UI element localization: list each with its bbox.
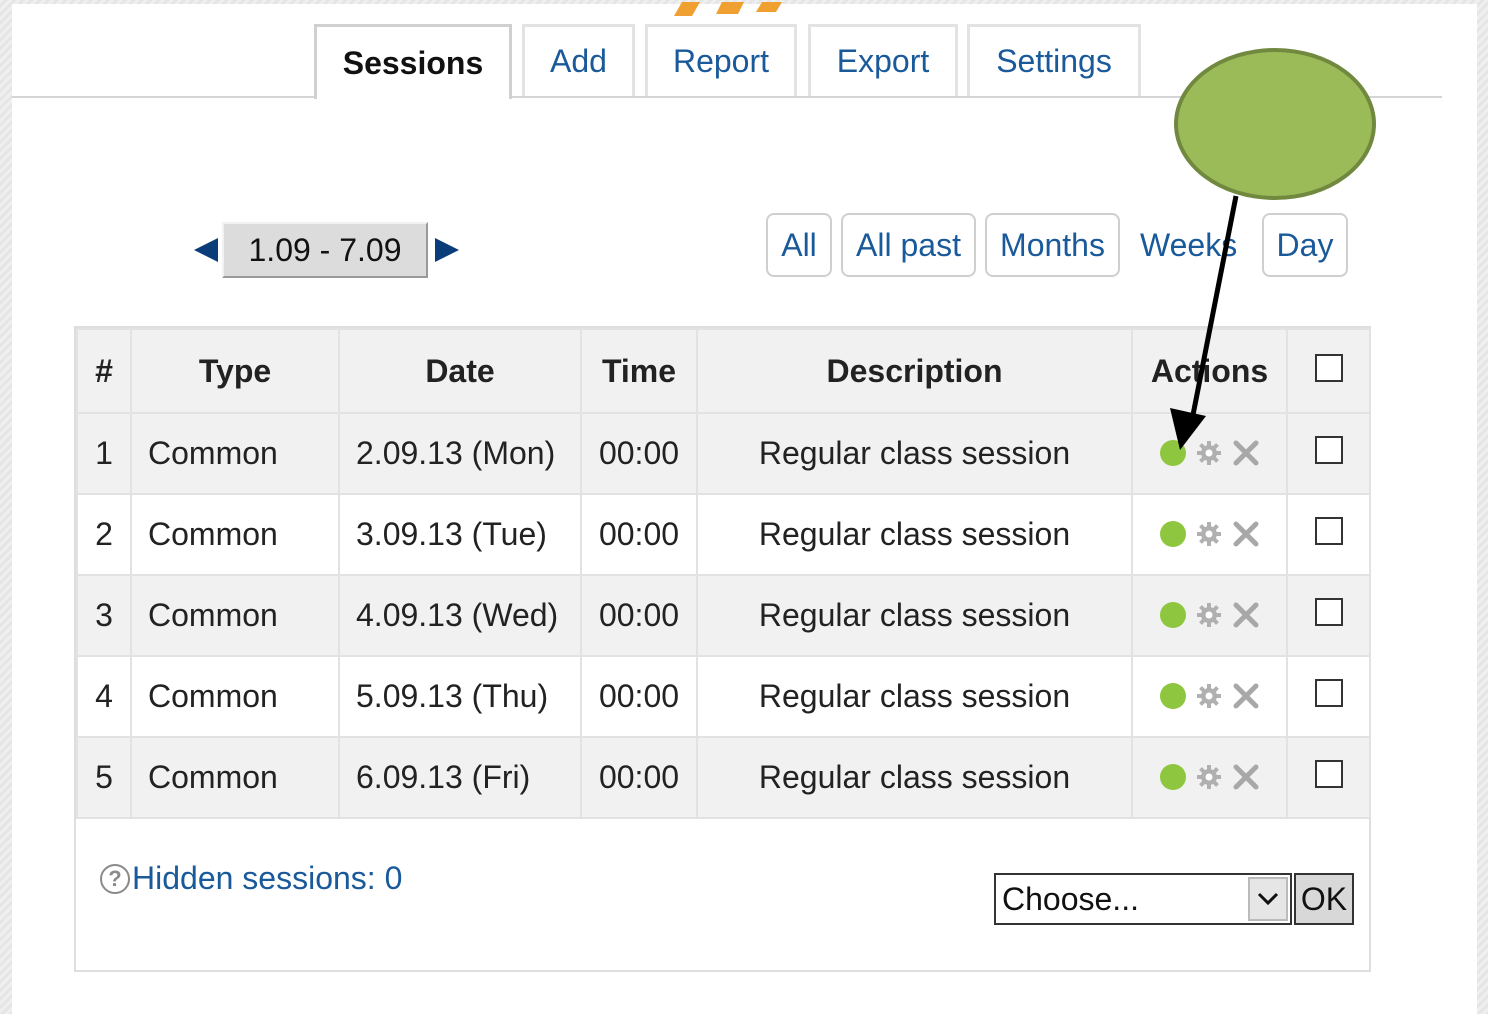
cell-description: Regular class session [696, 412, 1133, 495]
delete-x-icon[interactable] [1232, 601, 1260, 629]
visible-status-dot-icon[interactable] [1159, 440, 1186, 466]
cell-type: Common [130, 574, 340, 657]
cell-num: 3 [76, 574, 132, 657]
cell-select [1286, 736, 1371, 819]
cell-type: Common [130, 736, 340, 819]
cell-date: 2.09.13 (Mon) [338, 412, 582, 495]
view-day-button[interactable]: Day [1262, 213, 1348, 277]
cell-actions [1131, 655, 1288, 738]
table-row: 3 Common 4.09.13 (Wed) 00:00 Regular class s… [76, 574, 1371, 657]
gear-icon[interactable] [1196, 602, 1222, 628]
view-all-button[interactable]: All [766, 213, 832, 277]
chevron-down-icon[interactable] [1248, 877, 1288, 921]
header-actions: Actions [1131, 328, 1288, 414]
cell-actions [1131, 493, 1288, 576]
cell-num: 1 [76, 412, 132, 495]
view-all-past-button[interactable]: All past [841, 213, 976, 277]
tab-add[interactable]: Add [522, 24, 635, 96]
table-row: 1 Common 2.09.13 (Mon) 00:00 Regular class s… [76, 412, 1371, 495]
delete-x-icon[interactable] [1232, 439, 1260, 467]
header-type: Type [130, 328, 340, 414]
table-row: 4 Common 5.09.13 (Thu) 00:00 Regular class s… [76, 655, 1371, 738]
cell-actions [1131, 574, 1288, 657]
cell-description: Regular class session [696, 493, 1133, 576]
delete-x-icon[interactable] [1232, 682, 1260, 710]
cell-time: 00:00 [580, 655, 698, 738]
cell-select [1286, 574, 1371, 657]
help-icon[interactable]: ? [100, 863, 130, 894]
header-date: Date [338, 328, 582, 414]
bulk-action-select-value: Choose... [1002, 880, 1139, 917]
row-select-checkbox[interactable] [1314, 760, 1343, 788]
gear-icon[interactable] [1196, 764, 1222, 790]
cell-time: 00:00 [580, 736, 698, 819]
view-weeks-current[interactable]: Weeks [1140, 213, 1237, 277]
annotation-callout-ellipse [1174, 48, 1376, 200]
next-week-icon[interactable] [435, 238, 459, 262]
gear-icon[interactable] [1196, 521, 1222, 547]
header-description: Description [696, 328, 1133, 414]
cell-description: Regular class session [696, 736, 1133, 819]
previous-week-icon[interactable] [194, 238, 218, 262]
sessions-table: # Type Date Time Description Actions 1 Co… [76, 328, 1371, 819]
cell-type: Common [130, 493, 340, 576]
sessions-table-container: # Type Date Time Description Actions 1 Co… [74, 326, 1371, 972]
visible-status-dot-icon[interactable] [1159, 683, 1186, 709]
row-select-checkbox[interactable] [1314, 679, 1343, 707]
delete-x-icon[interactable] [1232, 763, 1260, 791]
cell-type: Common [130, 412, 340, 495]
cell-type: Common [130, 655, 340, 738]
header-select-all [1286, 328, 1371, 414]
visible-status-dot-icon[interactable] [1159, 764, 1186, 790]
cell-num: 2 [76, 493, 132, 576]
table-header-row: # Type Date Time Description Actions [76, 328, 1371, 414]
gear-icon[interactable] [1196, 683, 1222, 709]
visible-status-dot-icon[interactable] [1159, 521, 1186, 547]
cell-time: 00:00 [580, 412, 698, 495]
visible-status-dot-icon[interactable] [1159, 602, 1186, 628]
hidden-sessions-info[interactable]: ? Hidden sessions: 0 [100, 860, 402, 897]
cell-description: Regular class session [696, 574, 1133, 657]
week-range-button[interactable]: 1.09 - 7.09 [222, 222, 428, 278]
cell-actions [1131, 412, 1288, 495]
tab-export[interactable]: Export [808, 24, 958, 96]
cell-date: 4.09.13 (Wed) [338, 574, 582, 657]
cell-num: 4 [76, 655, 132, 738]
cell-select [1286, 493, 1371, 576]
tab-sessions[interactable]: Sessions [314, 24, 512, 99]
cell-time: 00:00 [580, 574, 698, 657]
cell-description: Regular class session [696, 655, 1133, 738]
cell-select [1286, 655, 1371, 738]
cell-date: 6.09.13 (Fri) [338, 736, 582, 819]
cell-date: 3.09.13 (Tue) [338, 493, 582, 576]
cell-actions [1131, 736, 1288, 819]
header-num: # [76, 328, 132, 414]
row-select-checkbox[interactable] [1314, 436, 1343, 464]
row-select-checkbox[interactable] [1314, 598, 1343, 626]
view-months-button[interactable]: Months [985, 213, 1120, 277]
hidden-sessions-link[interactable]: Hidden sessions: 0 [132, 860, 402, 897]
row-select-checkbox[interactable] [1314, 517, 1343, 545]
cell-num: 5 [76, 736, 132, 819]
delete-x-icon[interactable] [1232, 520, 1260, 548]
table-row: 5 Common 6.09.13 (Fri) 00:00 Regular class s… [76, 736, 1371, 819]
select-all-checkbox[interactable] [1314, 354, 1343, 382]
table-row: 2 Common 3.09.13 (Tue) 00:00 Regular class s… [76, 493, 1371, 576]
tab-report[interactable]: Report [645, 24, 797, 96]
header-time: Time [580, 328, 698, 414]
tab-settings[interactable]: Settings [967, 24, 1141, 96]
cell-time: 00:00 [580, 493, 698, 576]
ok-button[interactable]: OK [1294, 873, 1354, 925]
cell-date: 5.09.13 (Thu) [338, 655, 582, 738]
bulk-action-select[interactable]: Choose... [994, 873, 1292, 925]
cell-select [1286, 412, 1371, 495]
gear-icon[interactable] [1196, 440, 1222, 466]
